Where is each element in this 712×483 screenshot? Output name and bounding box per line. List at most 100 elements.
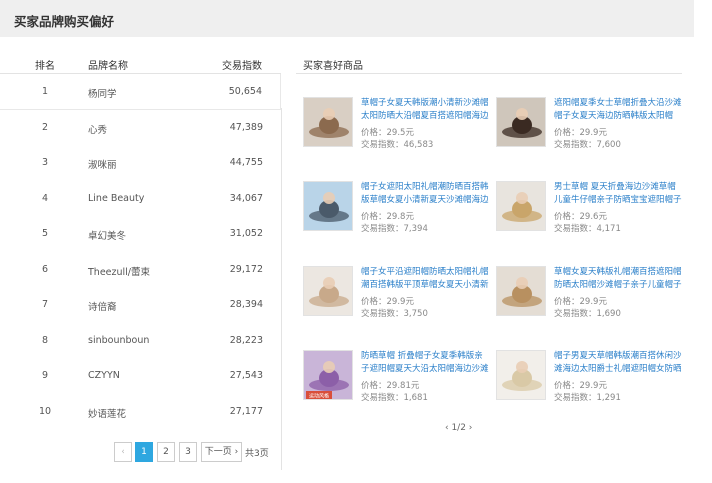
trade-index-cell: 44,755 [229, 157, 263, 168]
product-thumbnail[interactable] [496, 97, 546, 147]
product-title-link[interactable]: 草帽女夏天韩版礼帽潮百搭遮阳帽防晒太阳帽沙滩帽子亲子儿童帽子 [554, 266, 684, 292]
product-trade-index: 交易指数：3,750 [361, 309, 428, 319]
rank-cell: 7 [41, 299, 49, 310]
product-thumbnail[interactable] [303, 97, 353, 147]
rank-column-header: 排名 [35, 61, 55, 72]
table-row: 7 诗倍裔 28,394 [0, 287, 281, 323]
thumb-badge-text: 运动风格 [309, 393, 329, 400]
product-title-link[interactable]: 男士草帽 夏天折叠海边沙滩草帽儿童牛仔帽亲子防晒宝宝遮阳帽子 [554, 181, 684, 207]
product-title-link[interactable]: 遮阳帽夏季女士草帽折叠大沿沙滩帽子女夏天海边防晒韩版太阳帽 [554, 97, 684, 123]
product-thumbnail[interactable] [496, 266, 546, 316]
total-pages: 共3页 [245, 449, 269, 459]
product-card[interactable]: 遮阳帽夏季女士草帽折叠大沿沙滩帽子女夏天海边防晒韩版太阳帽价格：29.9元交易指… [496, 97, 686, 157]
table-row: 5 卓幻美冬 31,052 [0, 216, 281, 252]
table-row: 8 sinbounboun 28,223 [0, 323, 281, 359]
rank-cell: 4 [41, 192, 49, 204]
prev-page-button[interactable]: ‹ [114, 442, 132, 462]
product-title-link[interactable]: 草帽子女夏天韩版潮小清新沙滩帽太阳防晒大沿帽夏百搭遮阳帽海边 [361, 97, 491, 123]
rank-cell: 1 [41, 86, 49, 97]
brand-cell: 卓幻美冬 [88, 231, 127, 242]
product-trade-index: 交易指数：4,171 [554, 224, 621, 234]
brand-cell: Line Beauty [88, 192, 145, 204]
favorites-heading: 买家喜好商品 [303, 61, 363, 72]
product-thumbnail[interactable] [496, 350, 546, 400]
trade-index-cell: 28,223 [229, 334, 263, 346]
hat-image-icon [309, 192, 349, 222]
brand-cell: 妙语莲花 [88, 408, 127, 420]
product-price: 价格：29.9元 [554, 297, 607, 307]
brand-cell: CZYYN [88, 370, 120, 381]
hat-image-icon [502, 361, 542, 391]
hat-image-icon [502, 192, 542, 222]
trade-index-cell: 27,543 [229, 370, 263, 381]
trade-index-cell: 29,172 [229, 263, 263, 275]
product-price: 价格：29.9元 [554, 381, 607, 391]
favorites-page-indicator[interactable]: ‹ 1/2 › [445, 423, 472, 433]
product-thumbnail[interactable] [303, 181, 353, 231]
page-2-button[interactable]: 2 [157, 442, 175, 462]
product-title-link[interactable]: 帽子女平沿遮阳帽防晒太阳帽礼帽潮百搭韩版平顶草帽女夏天小清新 [361, 266, 491, 292]
brand-cell: 诗倍裔 [88, 302, 117, 313]
table-row: 4 Line Beauty 34,067 [0, 181, 281, 217]
index-column-header: 交易指数 [222, 61, 262, 72]
table-row: 9 CZYYN 27,543 [0, 358, 281, 394]
hat-image-icon [309, 277, 349, 307]
product-card[interactable]: 草帽子女夏天韩版潮小清新沙滩帽太阳防晒大沿帽夏百搭遮阳帽海边价格：29.5元交易… [303, 97, 493, 157]
rank-cell: 9 [41, 370, 49, 381]
product-title-link[interactable]: 防晒草帽 折叠帽子女夏季韩版亲子遮阳帽夏天大沿太阳帽海边沙滩帽 [361, 350, 491, 376]
product-trade-index: 交易指数：46,583 [361, 140, 434, 150]
product-trade-index: 交易指数：1,681 [361, 393, 428, 403]
product-thumbnail[interactable]: 运动风格 [303, 350, 353, 400]
product-title-link[interactable]: 帽子女遮阳太阳礼帽潮防晒百搭韩版草帽女夏小清新夏天沙滩帽海边 [361, 181, 491, 207]
product-price: 价格：29.9元 [554, 128, 607, 138]
product-price: 价格：29.81元 [361, 381, 420, 391]
product-card[interactable]: 帽子女遮阳太阳礼帽潮防晒百搭韩版草帽女夏小清新夏天沙滩帽海边价格：29.8元交易… [303, 181, 493, 241]
brand-cell: sinbounboun [88, 334, 150, 346]
brand-cell: 淑咪丽 [88, 160, 117, 171]
trade-index-cell: 47,389 [229, 121, 263, 133]
rank-cell: 6 [41, 263, 49, 275]
product-card[interactable]: 男士草帽 夏天折叠海边沙滩草帽儿童牛仔帽亲子防晒宝宝遮阳帽子价格：29.6元交易… [496, 181, 686, 241]
product-price: 价格：29.8元 [361, 212, 414, 222]
hat-image-icon [502, 277, 542, 307]
brand-cell: Theezull/蕾束 [88, 266, 151, 278]
next-page-button[interactable]: 下一页 › [201, 442, 242, 462]
product-thumbnail[interactable] [496, 181, 546, 231]
product-price: 价格：29.9元 [361, 297, 414, 307]
product-trade-index: 交易指数：7,600 [554, 140, 621, 150]
product-trade-index: 交易指数：7,394 [361, 224, 428, 234]
panel-divider [281, 108, 282, 470]
rank-cell: 5 [41, 228, 49, 239]
rank-cell: 8 [41, 334, 49, 346]
product-card[interactable]: 帽子男夏天草帽韩版潮百搭休闲沙滩海边太阳爵士礼帽遮阳帽女防晒 价格：29.9元 交易… [496, 350, 686, 410]
product-card[interactable]: 草帽女夏天韩版礼帽潮百搭遮阳帽防晒太阳帽沙滩帽子亲子儿童帽子价格：29.9元交易… [496, 266, 686, 326]
trade-index-cell: 31,052 [229, 228, 263, 239]
brand-cell: 杨同学 [88, 89, 117, 100]
rank-cell: 2 [41, 121, 49, 133]
brand-column-header: 品牌名称 [88, 61, 128, 72]
product-card[interactable]: 帽子女平沿遮阳帽防晒太阳帽礼帽潮百搭韩版平顶草帽女夏天小清新价格：29.9元交易… [303, 266, 493, 326]
rank-cell: 10 [38, 405, 52, 417]
page-3-button[interactable]: 3 [179, 442, 197, 462]
product-price: 价格：29.5元 [361, 128, 414, 138]
product-title-link[interactable]: 帽子男夏天草帽韩版潮百搭休闲沙滩海边太阳爵士礼帽遮阳帽女防晒 [554, 350, 684, 376]
table-row: 1 杨同学 50,654 [0, 74, 281, 110]
product-trade-index: 交易指数：1,690 [554, 309, 621, 319]
trade-index-cell: 34,067 [229, 192, 263, 204]
product-card[interactable]: 运动风格 防晒草帽 折叠帽子女夏季韩版亲子遮阳帽夏天大沿太阳帽海边沙滩帽价格：29… [303, 350, 493, 410]
hat-image-icon [502, 108, 542, 138]
favorites-header-divider [296, 73, 682, 74]
page-1-button[interactable]: 1 [135, 442, 153, 462]
trade-index-cell: 28,394 [229, 299, 263, 310]
rank-cell: 3 [41, 157, 49, 168]
table-row: 10 妙语莲花 27,177 [0, 394, 281, 430]
product-price: 价格：29.6元 [554, 212, 607, 222]
product-thumbnail[interactable] [303, 266, 353, 316]
section-header: 买家品牌购买偏好 [0, 0, 694, 37]
page-title: 买家品牌购买偏好 [14, 14, 115, 29]
table-row: 2 心秀 47,389 [0, 110, 281, 146]
table-row: 6 Theezull/蕾束 29,172 [0, 252, 281, 288]
table-row: 3 淑咪丽 44,755 [0, 145, 281, 181]
trade-index-cell: 50,654 [228, 86, 262, 97]
trade-index-cell: 27,177 [229, 405, 263, 417]
